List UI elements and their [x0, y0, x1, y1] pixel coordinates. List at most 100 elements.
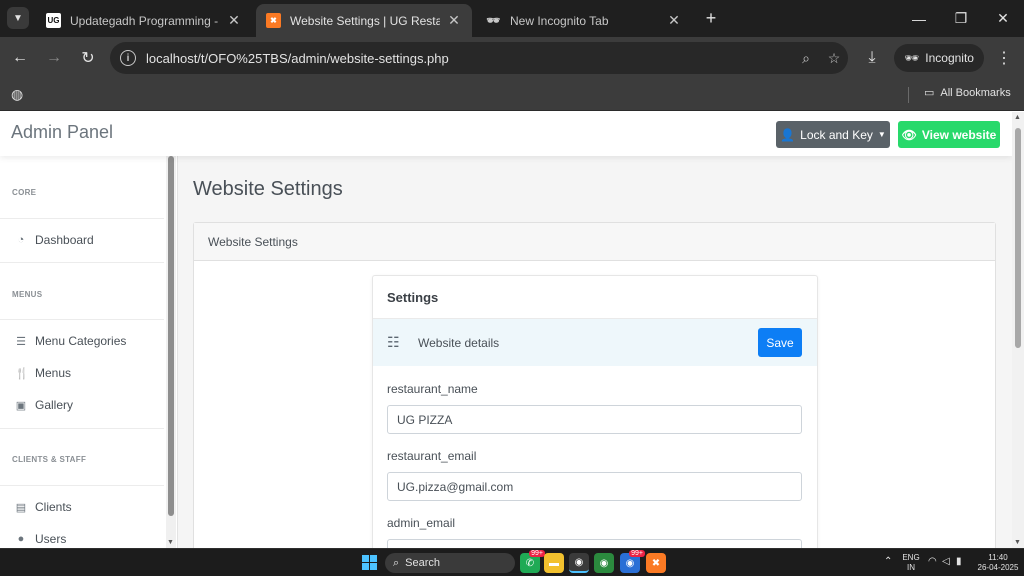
- sidebar-item-dashboard[interactable]: ◔ Dashboard: [15, 231, 94, 249]
- url-text[interactable]: localhost/t/OFO%25TBS/admin/website-sett…: [146, 51, 792, 66]
- address-bar[interactable]: i localhost/t/OFO%25TBS/admin/website-se…: [110, 42, 848, 74]
- file-explorer-icon[interactable]: ▬: [544, 553, 564, 573]
- brand-title[interactable]: Admin Panel: [11, 122, 113, 143]
- tab-website-settings[interactable]: ✖ Website Settings | UG Restaurant - ✕: [256, 4, 472, 37]
- reload-icon[interactable]: ↻: [76, 46, 100, 70]
- minimize-icon[interactable]: —: [898, 0, 940, 37]
- user-dropdown-button[interactable]: 👤 Lock and Key ▼: [776, 121, 890, 148]
- all-bookmarks-label: All Bookmarks: [940, 86, 1011, 99]
- close-icon[interactable]: ✕: [446, 12, 462, 29]
- tab-favicon: UG: [46, 13, 61, 28]
- close-icon[interactable]: ✕: [226, 12, 242, 29]
- id-card-icon: ▤: [15, 501, 27, 514]
- tab-search-icon[interactable]: ▼: [7, 7, 29, 29]
- volume-icon[interactable]: ◁: [942, 557, 950, 567]
- tab-title: Updategadh Programming - Upda: [70, 13, 220, 28]
- sidebar-scrollbar[interactable]: ▼: [166, 156, 176, 548]
- notification-badge: 99+: [529, 550, 545, 557]
- bookmarks-bar: ◍ ▭ All Bookmarks: [0, 79, 1024, 111]
- window-close-icon[interactable]: ✕: [982, 0, 1024, 37]
- sidebar-item-label: Clients: [35, 500, 72, 514]
- incognito-label: Incognito: [925, 51, 974, 65]
- restore-icon[interactable]: ❐: [940, 0, 982, 37]
- sidebar-heading-clients-staff: CLIENTS & STAFF: [12, 455, 87, 464]
- view-website-label: View website: [921, 127, 997, 142]
- sidebar-item-users[interactable]: ● Users: [15, 530, 67, 548]
- xampp-icon[interactable]: ✖: [646, 553, 666, 573]
- wifi-icon[interactable]: ◠: [928, 557, 937, 567]
- restaurant-email-input[interactable]: [387, 472, 802, 501]
- tab-new-incognito[interactable]: 🕶 New Incognito Tab ✕: [476, 4, 692, 37]
- notification-badge: 99+: [629, 550, 645, 557]
- admin-email-label: admin_email: [387, 516, 456, 530]
- sidebar-item-label: Menus: [35, 366, 72, 380]
- card-header: Website Settings: [194, 223, 995, 261]
- close-icon[interactable]: ✕: [666, 12, 682, 29]
- taskbar-search-label: Search: [405, 557, 441, 569]
- settings-title: Settings: [373, 276, 817, 319]
- clock-date: 26-04-2025: [977, 563, 1019, 572]
- list-icon: ☰: [16, 335, 26, 348]
- chrome-alt-icon[interactable]: ◉: [594, 553, 614, 573]
- sidebar-divider: [0, 262, 164, 263]
- sidebar-item-label: Menu Categories: [35, 334, 127, 348]
- bookmark-star-icon[interactable]: ☆: [820, 50, 848, 67]
- xampp-icon: ✖: [266, 13, 281, 28]
- scroll-up-arrow-icon[interactable]: ▲: [1014, 114, 1021, 121]
- battery-icon[interactable]: ▮: [956, 557, 962, 567]
- taskbar-search[interactable]: ⌕ Search: [385, 553, 515, 573]
- sidebar-divider: [0, 319, 164, 320]
- save-button[interactable]: Save: [758, 328, 802, 357]
- sidebar-item-gallery[interactable]: ▣ Gallery: [15, 396, 73, 414]
- restaurant-name-input[interactable]: [387, 405, 802, 434]
- page-scrollbar[interactable]: ▲ ▼: [1012, 112, 1024, 548]
- download-icon[interactable]: ⤓: [860, 46, 884, 70]
- utensils-icon: 🍴: [15, 367, 29, 380]
- sidebar-scroll-thumb[interactable]: [168, 156, 174, 516]
- chrome-icon[interactable]: ◉: [569, 553, 589, 573]
- forward-icon[interactable]: →: [42, 46, 66, 70]
- all-bookmarks-button[interactable]: ▭ All Bookmarks: [924, 86, 1011, 100]
- restaurant-email-label: restaurant_email: [387, 449, 477, 463]
- incognito-icon: 🕶: [486, 15, 501, 27]
- bookmarks-divider: [908, 87, 909, 103]
- globe-icon[interactable]: ◍: [11, 86, 23, 103]
- language-bottom: IN: [907, 563, 915, 572]
- sidebar-item-menus[interactable]: 🍴 Menus: [15, 364, 71, 382]
- search-icon: ⌕: [393, 556, 400, 569]
- sidebar-item-menu-categories[interactable]: ☰ Menu Categories: [15, 332, 126, 350]
- whatsapp-icon[interactable]: ✆ 99+: [520, 550, 545, 573]
- website-details-bar: ☷ Website details Save: [373, 319, 817, 366]
- user-icon: ●: [17, 533, 25, 545]
- new-tab-icon[interactable]: +: [700, 7, 722, 29]
- sliders-icon: ☷: [387, 334, 400, 350]
- tab-updategadh[interactable]: UG Updategadh Programming - Upda ✕: [36, 4, 252, 37]
- caret-down-icon: ▼: [877, 130, 886, 139]
- tab-title: New Incognito Tab: [510, 13, 609, 28]
- windows-start-icon[interactable]: [362, 555, 378, 571]
- windows-taskbar: ⌕ Search ✆ 99+ ▬ ◉ ◉ ◉ 99+ ✖ ⌃ ENG IN ◠ ◁ …: [0, 548, 1024, 576]
- tray-chevron-icon[interactable]: ⌃: [884, 557, 892, 567]
- scroll-down-arrow-icon[interactable]: ▼: [1014, 539, 1021, 546]
- site-info-icon[interactable]: i: [120, 50, 136, 66]
- browser-tabstrip: ▼ UG Updategadh Programming - Upda ✕ ✖ W…: [0, 0, 1024, 37]
- sidebar-item-label: Gallery: [35, 398, 74, 412]
- admin-email-input[interactable]: [387, 539, 802, 548]
- folder-icon: ▭: [924, 87, 935, 99]
- view-website-button[interactable]: 👁 View website: [898, 121, 1000, 148]
- back-icon[interactable]: ←: [8, 46, 32, 70]
- eye-icon: 👁: [901, 127, 917, 142]
- user-dropdown-label: Lock and Key: [800, 127, 873, 142]
- incognito-badge[interactable]: 🕶 Incognito: [894, 44, 984, 72]
- clock[interactable]: 11:40 26-04-2025: [976, 553, 1020, 573]
- website-details-label: Website details: [418, 335, 500, 350]
- page-viewport: Admin Panel 👤 Lock and Key ▼ 👁 View webs…: [0, 112, 1012, 548]
- zoom-search-icon[interactable]: ⌕: [792, 50, 820, 67]
- scroll-down-arrow-icon[interactable]: ▼: [167, 539, 174, 546]
- sidebar-item-clients[interactable]: ▤ Clients: [15, 498, 72, 516]
- more-menu-icon[interactable]: ⋮: [992, 46, 1016, 70]
- language-indicator[interactable]: ENG IN: [900, 553, 922, 573]
- sidebar-heading-core: CORE: [12, 188, 37, 197]
- browser-icon[interactable]: ◉ 99+: [620, 550, 645, 573]
- page-scroll-thumb[interactable]: [1015, 128, 1021, 348]
